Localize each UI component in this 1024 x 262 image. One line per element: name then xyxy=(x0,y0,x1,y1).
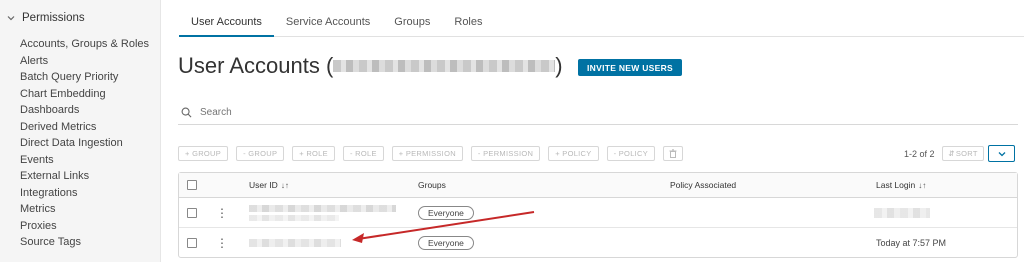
sidebar-item-source-tags[interactable]: Source Tags xyxy=(20,234,149,251)
sidebar-item-proxies[interactable]: Proxies xyxy=(20,218,149,235)
add-permission-button[interactable]: + PERMISSION xyxy=(391,146,463,161)
tab-roles[interactable]: Roles xyxy=(442,8,494,37)
invite-new-users-button[interactable]: INVITE NEW USERS xyxy=(578,59,683,76)
redacted-user-id xyxy=(249,204,396,212)
group-badge: Everyone xyxy=(418,236,474,250)
sort-icon: ⇵ xyxy=(948,149,955,158)
pagination-count: 1-2 of 2 xyxy=(904,149,935,159)
trash-icon xyxy=(669,149,677,158)
chevron-down-icon xyxy=(998,151,1005,156)
tab-groups[interactable]: Groups xyxy=(382,8,442,37)
header-last-login[interactable]: Last Login ↓↑ xyxy=(876,173,926,197)
last-login-cell: Today at 7:57 PM xyxy=(876,238,947,248)
group-badge: Everyone xyxy=(418,205,474,220)
search-bar xyxy=(178,100,1018,125)
sidebar-item-external-links[interactable]: External Links xyxy=(20,168,149,185)
delete-button[interactable] xyxy=(663,146,684,161)
sidebar-item-dashboards[interactable]: Dashboards xyxy=(20,102,149,119)
tab-bar: User Accounts Service Accounts Groups Ro… xyxy=(179,8,1024,37)
header-user-id[interactable]: User ID ↓↑ xyxy=(249,173,289,197)
last-login-cell xyxy=(874,198,930,227)
add-group-button[interactable]: + GROUP xyxy=(178,146,229,161)
add-policy-button[interactable]: + POLICY xyxy=(548,146,599,161)
chevron-down-icon xyxy=(7,16,15,21)
redacted-account-name xyxy=(333,60,556,72)
row-checkbox[interactable] xyxy=(187,207,197,218)
row-actions-cell: ⋮ xyxy=(216,228,228,258)
groups-cell: Everyone xyxy=(418,198,474,227)
table-header: User ID ↓↑ Groups Policy Associated Last … xyxy=(179,173,1017,198)
sidebar-item-events[interactable]: Events xyxy=(20,152,149,169)
sidebar-item-metrics[interactable]: Metrics xyxy=(20,201,149,218)
sidebar-list: Accounts, Groups & Roles Alerts Batch Qu… xyxy=(20,36,149,251)
remove-group-button[interactable]: - GROUP xyxy=(236,146,285,161)
sidebar-item-chart-embedding[interactable]: Chart Embedding xyxy=(20,86,149,103)
header-policy: Policy Associated xyxy=(670,180,737,190)
redacted-user-id xyxy=(249,239,341,247)
remove-permission-button[interactable]: - PERMISSION xyxy=(470,146,541,161)
sort-button[interactable]: ⇵ SORT xyxy=(942,146,984,161)
user-id-cell xyxy=(249,228,341,258)
more-options-icon[interactable]: ⋮ xyxy=(216,237,228,249)
sort-dropdown[interactable] xyxy=(988,145,1015,162)
remove-policy-button[interactable]: - POLICY xyxy=(606,146,656,161)
row-select-cell xyxy=(187,228,197,258)
row-checkbox[interactable] xyxy=(187,238,197,248)
sidebar-item-alerts[interactable]: Alerts xyxy=(20,53,149,70)
sidebar-item-direct-data[interactable]: Direct Data Ingestion xyxy=(20,135,149,152)
permissions-header[interactable]: Permissions xyxy=(6,12,85,24)
add-role-button[interactable]: + ROLE xyxy=(292,146,335,161)
table-row: ⋮ Everyone Today at 7:57 PM xyxy=(179,228,1017,258)
sidebar-item-derived-metrics[interactable]: Derived Metrics xyxy=(20,119,149,136)
header-user-id-label: User ID xyxy=(249,180,278,190)
user-table: User ID ↓↑ Groups Policy Associated Last … xyxy=(178,172,1018,258)
redacted-user-id xyxy=(249,214,339,221)
sidebar-item-integrations[interactable]: Integrations xyxy=(20,185,149,202)
header-groups: Groups xyxy=(418,180,446,190)
page-title: User Accounts ( ) xyxy=(178,53,563,79)
sort-label: SORT xyxy=(955,149,978,158)
tab-user-accounts[interactable]: User Accounts xyxy=(179,8,274,37)
select-all-checkbox[interactable] xyxy=(187,180,197,190)
sort-icon: ↓↑ xyxy=(918,180,927,190)
tab-service-accounts[interactable]: Service Accounts xyxy=(274,8,382,37)
action-bar: + GROUP - GROUP + ROLE - ROLE + PERMISSI… xyxy=(178,146,684,161)
more-options-icon[interactable]: ⋮ xyxy=(216,207,228,219)
table-row: ⋮ Everyone xyxy=(179,198,1017,228)
search-icon xyxy=(181,107,192,117)
sidebar-item-batch-query[interactable]: Batch Query Priority xyxy=(20,69,149,86)
row-select-cell xyxy=(187,198,197,227)
permissions-label: Permissions xyxy=(22,12,85,24)
header-last-login-label: Last Login xyxy=(876,180,916,190)
search-input[interactable] xyxy=(200,106,500,118)
redacted-last-login xyxy=(874,207,930,218)
page-title-suffix: ) xyxy=(555,53,563,78)
page-title-prefix: User Accounts ( xyxy=(178,53,334,78)
remove-role-button[interactable]: - ROLE xyxy=(342,146,384,161)
select-all-cell xyxy=(187,173,197,197)
sidebar-item-accounts[interactable]: Accounts, Groups & Roles xyxy=(20,36,149,53)
sidebar: Permissions Accounts, Groups & Roles Ale… xyxy=(0,0,161,262)
groups-cell: Everyone xyxy=(418,228,474,258)
user-id-cell xyxy=(249,198,396,227)
sort-icon: ↓↑ xyxy=(280,180,289,190)
row-actions-cell: ⋮ xyxy=(216,198,228,227)
